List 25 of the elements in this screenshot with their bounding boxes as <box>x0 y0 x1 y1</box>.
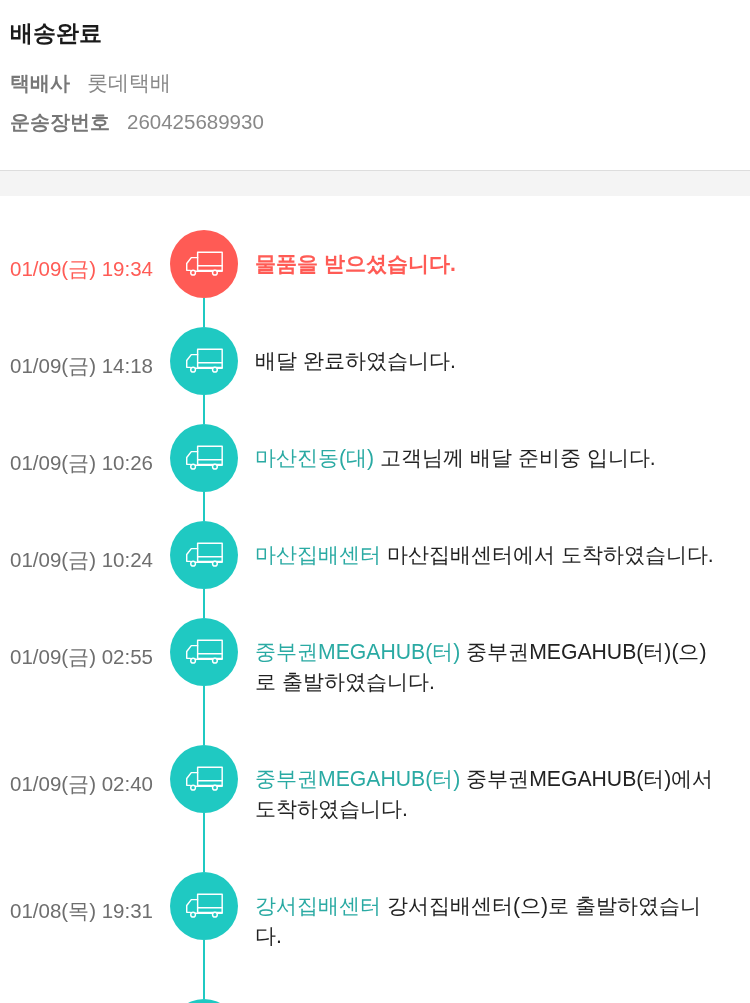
event-message: 물품을 받으셨습니다. <box>255 251 457 277</box>
timeline-connector <box>203 686 205 745</box>
event-message: 중부권MEGAHUB(터) 중부권MEGAHUB(터)(으)로 출발하였습니다. <box>255 639 708 695</box>
event-time: 01/09(금) 14:18 <box>10 353 154 379</box>
info-value: 260425689930 <box>127 109 264 135</box>
timeline-connector <box>203 589 205 618</box>
event-time: 01/09(금) 10:24 <box>10 547 154 573</box>
event-time: 01/08(목) 19:31 <box>10 898 154 924</box>
event-message: 마산집배센터 마산집배센터에서 도착하였습니다. <box>255 542 715 568</box>
info-value: 롯데택배 <box>87 70 171 96</box>
info-label: 택배사 <box>10 71 70 96</box>
info-label: 운송장번호 <box>10 110 110 135</box>
event-message: 마산진동(대) 고객님께 배달 준비중 입니다. <box>255 445 657 472</box>
event-message: 배달 완료하였습니다. <box>255 348 457 374</box>
timeline-connector <box>203 298 205 327</box>
event-time: 01/09(금) 19:34 <box>10 256 154 282</box>
timeline-connector <box>203 395 205 424</box>
delivery-status-title: 배송완료 <box>10 19 103 48</box>
event-time: 01/09(금) 10:26 <box>10 450 154 476</box>
event-time: 01/09(금) 02:55 <box>10 644 154 670</box>
event-message: 중부권MEGAHUB(터) 중부권MEGAHUB(터)에서 도착하였습니다. <box>255 766 715 822</box>
event-message: 강서집배센터 강서집배센터(으)로 출발하였습니다. <box>255 893 702 949</box>
timeline-connector <box>203 813 205 872</box>
timeline-connector <box>203 492 205 521</box>
event-time: 01/09(금) 02:40 <box>10 771 154 797</box>
